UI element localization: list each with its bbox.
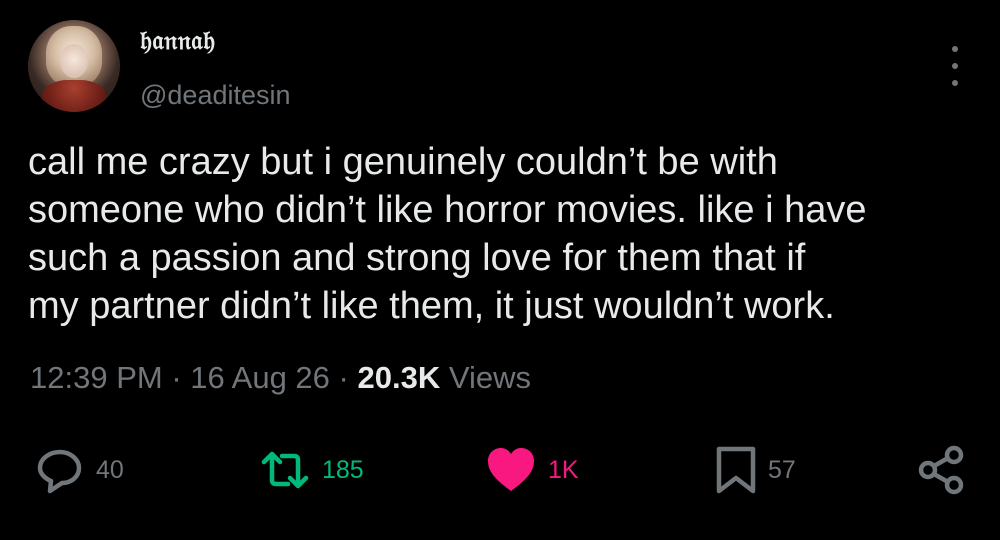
- bookmark-icon: [716, 446, 756, 494]
- tweet-text: call me crazy but i genuinely couldn’t b…: [28, 141, 867, 327]
- like-count: 1K: [548, 455, 579, 484]
- meta-separator: ·: [338, 360, 349, 395]
- tweet-time[interactable]: 12:39 PM: [30, 360, 163, 395]
- avatar[interactable]: [28, 20, 120, 112]
- share-icon: [918, 445, 964, 495]
- action-bar: 40 185 1K 57: [0, 440, 1000, 500]
- reply-icon: [37, 449, 82, 494]
- meta-separator: ·: [171, 360, 182, 395]
- reply-count: 40: [96, 455, 124, 484]
- tweet-date[interactable]: 16 Aug 26: [190, 360, 330, 395]
- tweet-meta: 12:39 PM · 16 Aug 26 · 20.3K Views: [30, 360, 531, 396]
- more-dot: [952, 80, 958, 86]
- bookmark-count: 57: [768, 455, 796, 484]
- bookmark-button[interactable]: 57: [714, 440, 796, 500]
- avatar-face: [60, 44, 88, 78]
- display-name[interactable]: 𝔥𝔞𝔫𝔫𝔞𝔥: [140, 26, 215, 57]
- user-handle[interactable]: @deaditesin: [140, 80, 291, 111]
- retweet-count: 185: [322, 455, 364, 484]
- avatar-body: [42, 80, 106, 112]
- share-button[interactable]: [916, 440, 968, 500]
- like-button[interactable]: 1K: [484, 440, 579, 500]
- retweet-button[interactable]: 185: [258, 440, 364, 500]
- views-count[interactable]: 20.3K: [358, 360, 441, 395]
- reply-button[interactable]: 40: [34, 440, 124, 500]
- more-vertical-icon[interactable]: [946, 46, 964, 86]
- more-dot: [952, 63, 958, 69]
- views-label: Views: [448, 360, 531, 395]
- more-dot: [952, 46, 958, 52]
- heart-icon: [488, 448, 534, 491]
- retweet-icon: [261, 451, 309, 489]
- tweet: 𝔥𝔞𝔫𝔫𝔞𝔥 @deaditesin call me crazy but i g…: [0, 0, 1000, 540]
